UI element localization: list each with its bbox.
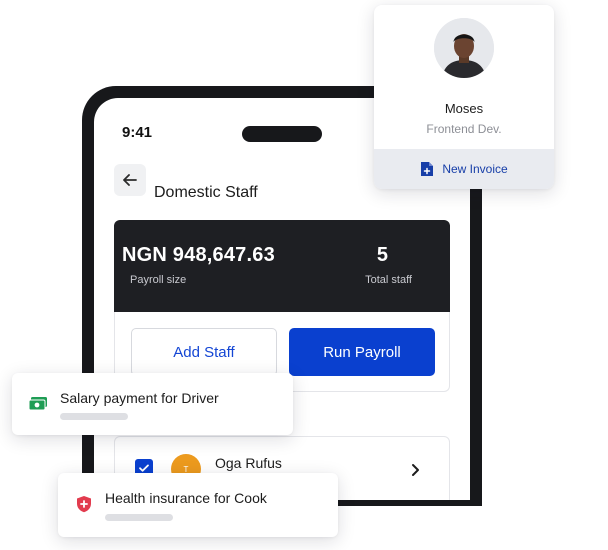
money-icon [28,397,47,411]
skeleton-line [60,413,128,420]
page-title: Domestic Staff [154,184,258,201]
run-payroll-button[interactable]: Run Payroll [289,328,435,376]
chevron-right-icon[interactable] [409,463,421,477]
total-staff-label: Total staff [365,274,412,286]
profile-role: Frontend Dev. [426,122,502,136]
skeleton-line [105,514,173,521]
payroll-summary-panel: NGN 948,647.63 Payroll size 5 Total staf… [114,220,450,312]
notification-text: Salary payment for Driver [60,390,219,406]
new-invoice-label: New Invoice [442,162,508,176]
back-button[interactable] [114,164,146,196]
profile-card: Moses Frontend Dev. New Invoice [374,5,554,189]
arrow-left-icon [123,174,137,186]
stage: 9:41 Domestic Staff NGN 948,647.63 Payro… [0,0,608,550]
phone-notch [242,126,322,142]
notification-card-salary: Salary payment for Driver [12,373,293,435]
document-plus-icon [421,162,434,176]
notification-card-health: Health insurance for Cook [58,473,338,537]
staff-name: Oga Rufus [215,455,282,471]
profile-name: Moses [444,101,484,116]
shield-cross-icon [77,496,91,513]
add-staff-button[interactable]: Add Staff [131,328,277,376]
new-invoice-button[interactable]: New Invoice [374,149,554,189]
payroll-label: Payroll size [130,274,187,286]
person-photo [434,18,494,78]
notification-text: Health insurance for Cook [105,490,267,506]
payroll-amount: NGN 948,647.63 [122,244,275,266]
status-time: 9:41 [122,124,153,141]
total-staff-count: 5 [376,244,388,266]
avatar [434,18,494,78]
